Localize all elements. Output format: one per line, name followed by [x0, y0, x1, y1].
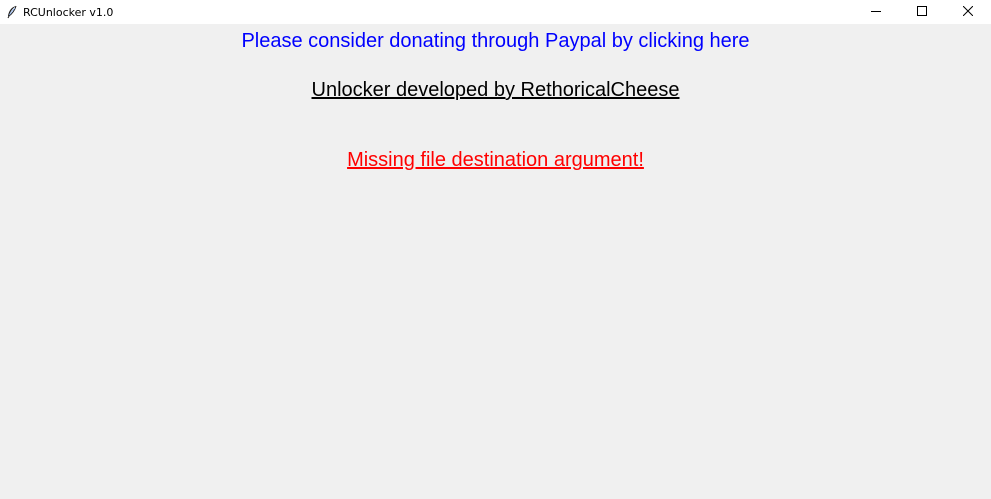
close-icon [962, 3, 974, 21]
title-bar[interactable]: RCUnlocker v1.0 [0, 0, 991, 24]
main-content: Please consider donating through Paypal … [0, 24, 991, 499]
app-window: RCUnlocker v1.0 Please consider donating… [0, 0, 991, 499]
minimize-button[interactable] [853, 0, 899, 24]
window-title: RCUnlocker v1.0 [23, 5, 114, 19]
donate-link[interactable]: Please consider donating through Paypal … [0, 29, 991, 53]
minimize-icon [871, 3, 881, 21]
developer-credit-link[interactable]: Unlocker developed by RethoricalCheese [0, 78, 991, 102]
maximize-icon [917, 3, 927, 21]
feather-icon [4, 4, 20, 20]
error-message: Missing file destination argument! [347, 149, 644, 171]
window-controls [853, 0, 991, 24]
maximize-button[interactable] [899, 0, 945, 24]
close-button[interactable] [945, 0, 991, 24]
